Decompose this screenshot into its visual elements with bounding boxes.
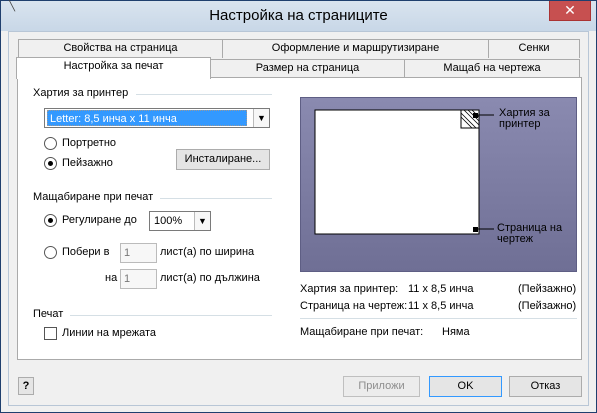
printer-paper-handle: [473, 113, 478, 118]
close-button[interactable]: ✕: [549, 1, 591, 21]
paper-rect: [314, 109, 480, 235]
printer-paper-corner: [460, 109, 480, 129]
landscape-label: Пейзажно: [62, 157, 113, 169]
preview-drawing-page-label: Страница на чертеж: [497, 222, 563, 245]
group-divider: [136, 94, 272, 95]
landscape-radio[interactable]: [44, 157, 57, 170]
adjust-to-label: Регулиране до: [62, 214, 137, 226]
info-divider: [300, 318, 577, 319]
fit-height-input[interactable]: 1: [120, 269, 157, 289]
printer-paper-group-label: Хартия за принтер: [33, 87, 129, 99]
adjust-to-radio[interactable]: [44, 214, 57, 227]
tab-page-properties[interactable]: Свойства на страница: [18, 39, 223, 58]
info-page-orientation: (Пейзажно): [518, 300, 577, 312]
preview-printer-paper-label: Хартия за принтер: [499, 107, 550, 130]
print-setup-panel: Хартия за принтер Letter: 8,5 инча х 11 …: [17, 77, 582, 360]
paper-size-select[interactable]: Letter: 8,5 инча х 11 инча ▼: [44, 108, 270, 128]
drawing-page-handle: [473, 227, 478, 232]
gridlines-label: Линии на мрежата: [62, 327, 156, 339]
group-divider: [160, 198, 272, 199]
tab-shadows[interactable]: Сенки: [488, 39, 580, 58]
fit-width-input[interactable]: 1: [120, 243, 157, 263]
help-icon[interactable]: ?: [18, 377, 34, 395]
apply-button[interactable]: Приложи: [343, 376, 420, 397]
info-zoom-value: Няма: [442, 326, 470, 338]
tab-layout-routing[interactable]: Оформление и маршрутизиране: [222, 39, 489, 58]
zoom-percent-value: 100%: [154, 215, 183, 227]
page-setup-dialog: ╲ Настройка на страниците ✕ Свойства на …: [0, 0, 597, 413]
zoom-percent-select[interactable]: 100% ▼: [149, 211, 211, 231]
tab-drawing-scale[interactable]: Мащаб на чертежа: [404, 59, 580, 78]
tab-page-size[interactable]: Размер на страница: [210, 59, 405, 78]
portrait-label: Портретно: [62, 137, 117, 149]
info-paper-orientation: (Пейзажно): [518, 283, 577, 295]
tab-print-setup[interactable]: Настройка за печат: [16, 57, 211, 79]
chevron-down-icon[interactable]: ▼: [253, 109, 269, 127]
info-page-value: 11 х 8,5 инча: [408, 300, 474, 312]
dialog-title: Настройка на страниците: [209, 7, 388, 24]
fit-to-label: Побери в: [62, 246, 110, 258]
paper-size-value: Letter: 8,5 инча х 11 инча: [47, 110, 247, 126]
print-group-label: Печат: [33, 308, 64, 320]
cancel-button[interactable]: Отказ: [509, 376, 582, 397]
fit-height-suffix: лист(а) по дължина: [160, 272, 260, 284]
info-zoom-label: Мащабиране при печат:: [300, 326, 424, 338]
chevron-down-icon[interactable]: ▼: [194, 212, 210, 230]
portrait-radio[interactable]: [44, 137, 57, 150]
fit-width-suffix: лист(а) по ширина: [160, 246, 255, 258]
fit-to-radio[interactable]: [44, 246, 57, 259]
title-bar[interactable]: ╲ Настройка на страниците ✕: [1, 1, 596, 31]
group-divider: [70, 315, 272, 316]
info-paper-value: 11 х 8,5 инча: [408, 283, 474, 295]
printer-setup-button[interactable]: Инсталиране...: [176, 149, 270, 170]
ok-button[interactable]: OK: [429, 376, 502, 397]
gridlines-checkbox[interactable]: [44, 327, 57, 340]
print-preview: Хартия за принтер Страница на чертеж: [300, 97, 577, 272]
info-page-label: Страница на чертеж:: [300, 300, 408, 312]
print-zoom-group-label: Мащабиране при печат: [33, 191, 154, 203]
dialog-client: Свойства на страница Оформление и маршру…: [8, 31, 589, 406]
info-paper-label: Хартия за принтер:: [300, 283, 399, 295]
fit-on-label: на: [105, 272, 118, 284]
